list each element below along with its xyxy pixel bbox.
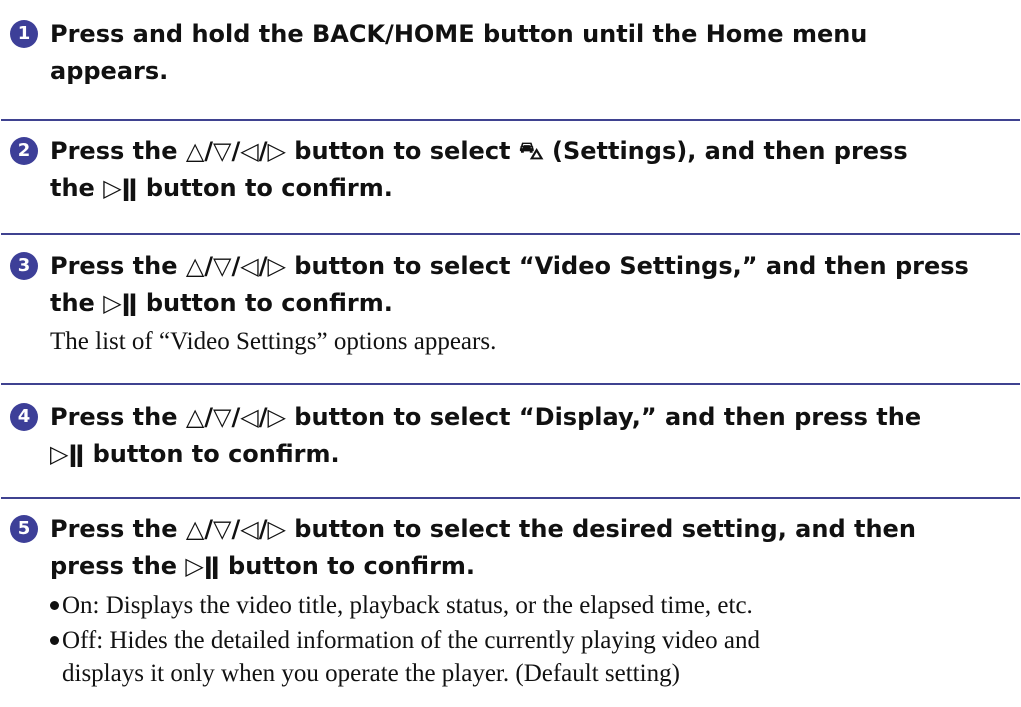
step-description: The list of “Video Settings” options app…: [50, 328, 497, 355]
step-number-badge: 1: [10, 20, 38, 48]
option-line: displays it only when you operate the pl…: [62, 660, 680, 687]
bullet-icon: [50, 636, 59, 645]
step-number-badge: 3: [10, 252, 38, 280]
step-heading-line: the ▷ǁ button to confirm.: [50, 289, 393, 317]
bullet-icon: [50, 601, 59, 610]
option-line: Off: Hides the detailed information of t…: [62, 627, 760, 654]
step-heading-line: the ▷ǁ button to confirm.: [50, 174, 393, 202]
step-heading-line: Press the △/▽/◁/▷ button to select ⛍ (Se…: [50, 137, 908, 165]
list-item: Off: Hides the detailed information of t…: [50, 624, 1005, 690]
step-heading-line: Press the △/▽/◁/▷ button to select the d…: [50, 515, 916, 543]
settings-options-list: On: Displays the video title, playback s…: [50, 589, 1005, 690]
list-item: On: Displays the video title, playback s…: [50, 589, 1005, 622]
step-heading-line: Press and hold the BACK/HOME button unti…: [50, 20, 868, 48]
step-number-badge: 2: [10, 137, 38, 165]
step-heading: Press and hold the BACK/HOME button unti…: [50, 16, 1005, 90]
step-heading: Press the △/▽/◁/▷ button to select “Disp…: [50, 399, 1005, 473]
step-heading: Press the △/▽/◁/▷ button to select “Vide…: [50, 248, 1005, 322]
option-line: On: Displays the video title, playback s…: [62, 592, 753, 619]
section-divider: [1, 119, 1020, 121]
section-divider: [1, 497, 1020, 499]
step-heading-line: Press the △/▽/◁/▷ button to select “Vide…: [50, 252, 969, 280]
step-heading-line: ▷ǁ button to confirm.: [50, 440, 340, 468]
step-number-badge: 5: [10, 515, 38, 543]
step-heading-line: Press the △/▽/◁/▷ button to select “Disp…: [50, 403, 922, 431]
manual-page: 1 Press and hold the BACK/HOME button un…: [0, 0, 1021, 707]
section-divider: [1, 233, 1020, 235]
step-number-badge: 4: [10, 403, 38, 431]
step-heading: Press the △/▽/◁/▷ button to select the d…: [50, 511, 1005, 585]
step-heading-line: appears.: [50, 57, 169, 85]
step-heading: Press the △/▽/◁/▷ button to select ⛍ (Se…: [50, 133, 1005, 207]
section-divider: [1, 383, 1020, 385]
step-heading-line: press the ▷ǁ button to confirm.: [50, 552, 476, 580]
